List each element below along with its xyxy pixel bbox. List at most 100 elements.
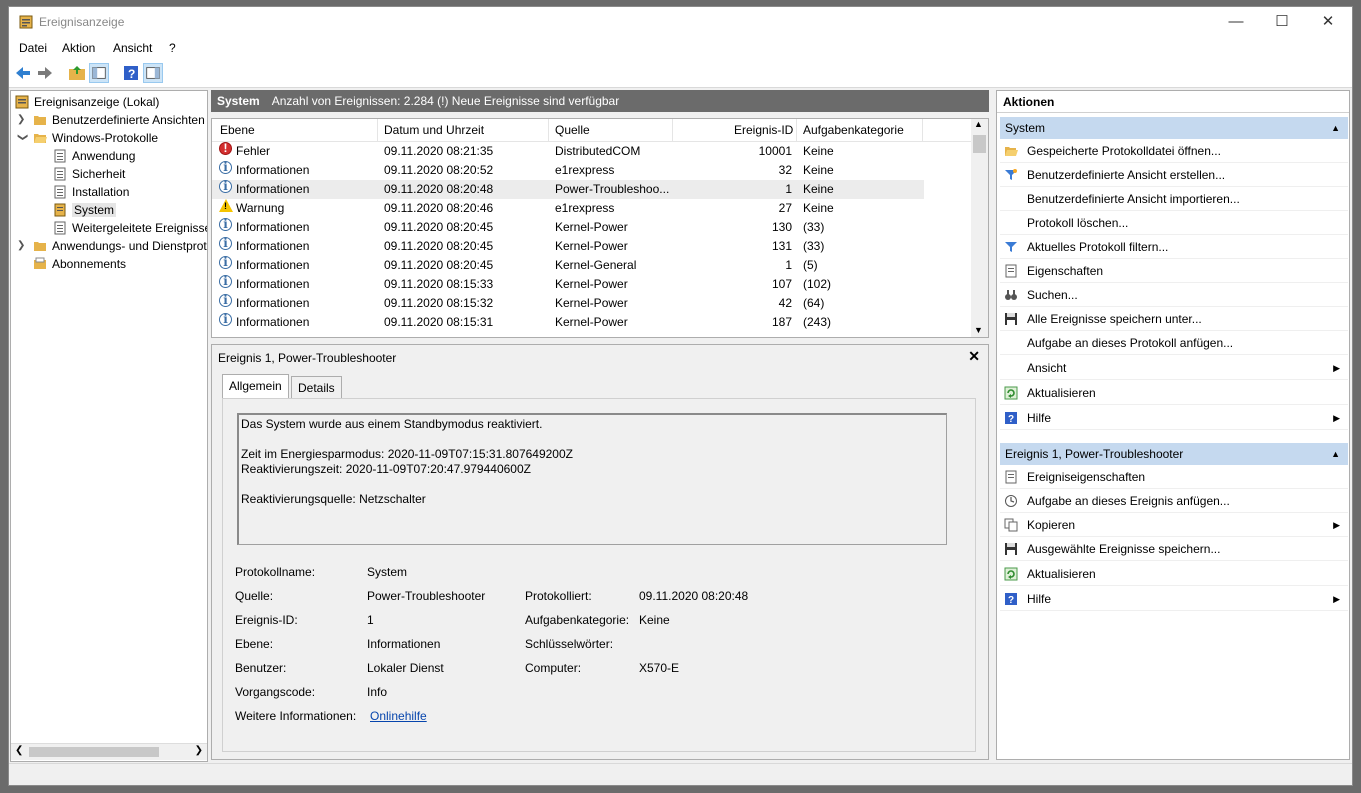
table-row[interactable]: i Informationen 09.11.2020 08:15:31 Kern… <box>212 313 924 332</box>
scroll-thumb[interactable] <box>973 135 986 153</box>
col-event-id[interactable]: Ereignis-ID <box>734 123 793 137</box>
expand-icon[interactable]: ❯ <box>17 237 27 255</box>
log-header: System Anzahl von Ereignissen: 2.284 (!) … <box>211 90 989 112</box>
show-hide-tree-icon[interactable] <box>89 63 109 83</box>
action-clear-log[interactable]: Protokoll löschen... <box>1000 212 1348 235</box>
tree-item-custom-views[interactable]: Benutzerdefinierte Ansichten <box>33 111 205 129</box>
close-detail-icon[interactable]: ✕ <box>968 348 980 365</box>
binoculars-icon <box>1005 290 1017 300</box>
scroll-right-icon[interactable]: ❯ <box>195 745 203 756</box>
info-icon: i <box>219 275 232 288</box>
col-date[interactable]: Datum und Uhrzeit <box>384 123 484 137</box>
table-row[interactable]: i Informationen 09.11.2020 08:20:52 e1re… <box>212 161 924 180</box>
scroll-left-icon[interactable]: ❮ <box>15 745 23 756</box>
menu-datei[interactable]: Datei <box>19 41 47 55</box>
tree-item-system[interactable]: System <box>53 201 117 219</box>
refresh-icon <box>1004 386 1018 400</box>
table-row[interactable]: i Informationen 09.11.2020 08:20:45 Kern… <box>212 256 924 275</box>
tree-item-subscriptions[interactable]: Abonnements <box>33 255 126 273</box>
action-create-custom-view[interactable]: Benutzerdefinierte Ansicht erstellen... <box>1000 164 1348 187</box>
action-import-custom-view[interactable]: Benutzerdefinierte Ansicht importieren..… <box>1000 188 1348 211</box>
folder-open-icon <box>34 134 47 143</box>
action-help-event-submenu[interactable]: ? Hilfe ▶ <box>1000 588 1348 611</box>
info-icon: i <box>219 161 232 174</box>
submenu-arrow-icon: ▶ <box>1333 413 1340 423</box>
general-tab-panel: Das System wurde aus einem Standbymodus … <box>222 398 976 752</box>
label-logged: Protokolliert: <box>525 589 592 603</box>
events-vertical-scrollbar[interactable]: ▲ ▼ <box>971 119 988 337</box>
action-refresh[interactable]: Aktualisieren <box>1000 382 1348 405</box>
online-help-link[interactable]: Onlinehilfe <box>370 709 427 723</box>
actions-title: Aktionen <box>997 91 1349 113</box>
menu-aktion[interactable]: Aktion <box>62 41 95 55</box>
table-row[interactable]: ! Warnung 09.11.2020 08:20:46 e1rexpress… <box>212 199 924 218</box>
table-row-selected[interactable]: i Informationen 09.11.2020 08:20:48 Powe… <box>212 180 924 199</box>
event-viewer-icon <box>19 15 33 29</box>
action-open-saved-log[interactable]: Gespeicherte Protokolldatei öffnen... <box>1000 140 1348 163</box>
expand-icon[interactable]: ❯ <box>17 111 27 129</box>
tab-details[interactable]: Details <box>291 376 342 399</box>
tree-app-logs-label: Anwendungs- und Dienstprotokolle <box>52 239 207 253</box>
action-save-all-events[interactable]: Alle Ereignisse speichern unter... <box>1000 308 1348 331</box>
tree-item-root[interactable]: Ereignisanzeige (Lokal) <box>15 93 159 111</box>
col-level[interactable]: Ebene <box>220 123 255 137</box>
minimize-button[interactable]: — <box>1213 7 1259 37</box>
warning-icon: ! <box>219 199 233 212</box>
tree-horizontal-scrollbar[interactable]: ❮ ❯ <box>11 743 207 760</box>
action-attach-task-to-log[interactable]: Aufgabe an dieses Protokoll anfügen... <box>1000 332 1348 355</box>
help-icon: ? <box>1005 412 1017 425</box>
table-row[interactable]: i Informationen 09.11.2020 08:15:32 Kern… <box>212 294 924 313</box>
tree-item-sicherheit[interactable]: Sicherheit <box>53 165 125 183</box>
menu-ansicht[interactable]: Ansicht <box>113 41 152 55</box>
maximize-button[interactable]: ☐ <box>1259 7 1305 37</box>
scroll-up-icon[interactable]: ▲ <box>974 119 983 129</box>
table-row[interactable]: i Informationen 09.11.2020 08:20:45 Kern… <box>212 218 924 237</box>
folder-up-icon[interactable] <box>67 63 87 83</box>
table-row[interactable]: ! Fehler 09.11.2020 08:21:35 Distributed… <box>212 142 924 161</box>
tree-root-label: Ereignisanzeige (Lokal) <box>34 95 160 109</box>
close-window-button[interactable]: ✕ <box>1305 7 1351 37</box>
tree-item-forwarded-events[interactable]: Weitergeleitete Ereignisse <box>53 219 208 237</box>
refresh-icon <box>1004 567 1018 581</box>
scroll-thumb[interactable] <box>29 747 159 757</box>
action-event-properties[interactable]: Ereigniseigenschaften <box>1000 466 1348 489</box>
action-attach-task-to-event[interactable]: Aufgabe an dieses Ereignis anfügen... <box>1000 490 1348 513</box>
action-save-selected-events[interactable]: Ausgewählte Ereignisse speichern... <box>1000 538 1348 561</box>
table-row[interactable]: i Informationen 09.11.2020 08:20:45 Kern… <box>212 237 924 256</box>
col-category[interactable]: Aufgabenkategorie <box>803 123 904 137</box>
log-icon <box>54 221 66 235</box>
collapse-up-icon[interactable]: ▲ <box>1331 443 1340 465</box>
actions-group-system[interactable]: System ▲ <box>1000 117 1348 139</box>
col-source[interactable]: Quelle <box>555 123 590 137</box>
collapse-up-icon[interactable]: ▲ <box>1331 117 1340 139</box>
save-icon <box>1005 543 1017 555</box>
tree-item-installation[interactable]: Installation <box>53 183 129 201</box>
info-icon: i <box>219 313 232 326</box>
label-event-id: Ereignis-ID: <box>235 613 298 627</box>
help-icon[interactable]: ? <box>121 63 141 83</box>
action-view-submenu[interactable]: Ansicht ▶ <box>1000 357 1348 380</box>
action-properties[interactable]: Eigenschaften <box>1000 260 1348 283</box>
event-description[interactable]: Das System wurde aus einem Standbymodus … <box>237 413 947 545</box>
back-arrow-icon[interactable] <box>13 63 33 83</box>
table-row[interactable]: i Informationen 09.11.2020 08:15:33 Kern… <box>212 275 924 294</box>
action-help-submenu[interactable]: ? Hilfe ▶ <box>1000 407 1348 430</box>
tree-custom-views-label: Benutzerdefinierte Ansichten <box>52 113 205 127</box>
tab-allgemein[interactable]: Allgemein <box>222 374 289 400</box>
collapse-icon[interactable]: ❯ <box>13 133 31 143</box>
action-copy-submenu[interactable]: Kopieren ▶ <box>1000 514 1348 537</box>
menu-help[interactable]: ? <box>169 41 176 55</box>
tree-forwarded-label: Weitergeleitete Ereignisse <box>72 221 208 235</box>
actions-group-event[interactable]: Ereignis 1, Power-Troubleshooter ▲ <box>1000 443 1348 465</box>
tree-item-app-service-logs[interactable]: Anwendungs- und Dienstprotokolle <box>33 237 207 255</box>
action-filter-log[interactable]: Aktuelles Protokoll filtern... <box>1000 236 1348 259</box>
show-hide-action-pane-icon[interactable] <box>143 63 163 83</box>
forward-arrow-icon[interactable] <box>35 63 55 83</box>
action-search[interactable]: Suchen... <box>1000 284 1348 307</box>
tree-item-anwendung[interactable]: Anwendung <box>53 147 135 165</box>
filter-star-icon <box>1005 169 1017 180</box>
info-icon: i <box>219 180 232 193</box>
tree-item-windows-logs[interactable]: Windows-Protokolle <box>33 129 158 147</box>
scroll-down-icon[interactable]: ▼ <box>974 325 983 335</box>
action-refresh-event[interactable]: Aktualisieren <box>1000 563 1348 586</box>
